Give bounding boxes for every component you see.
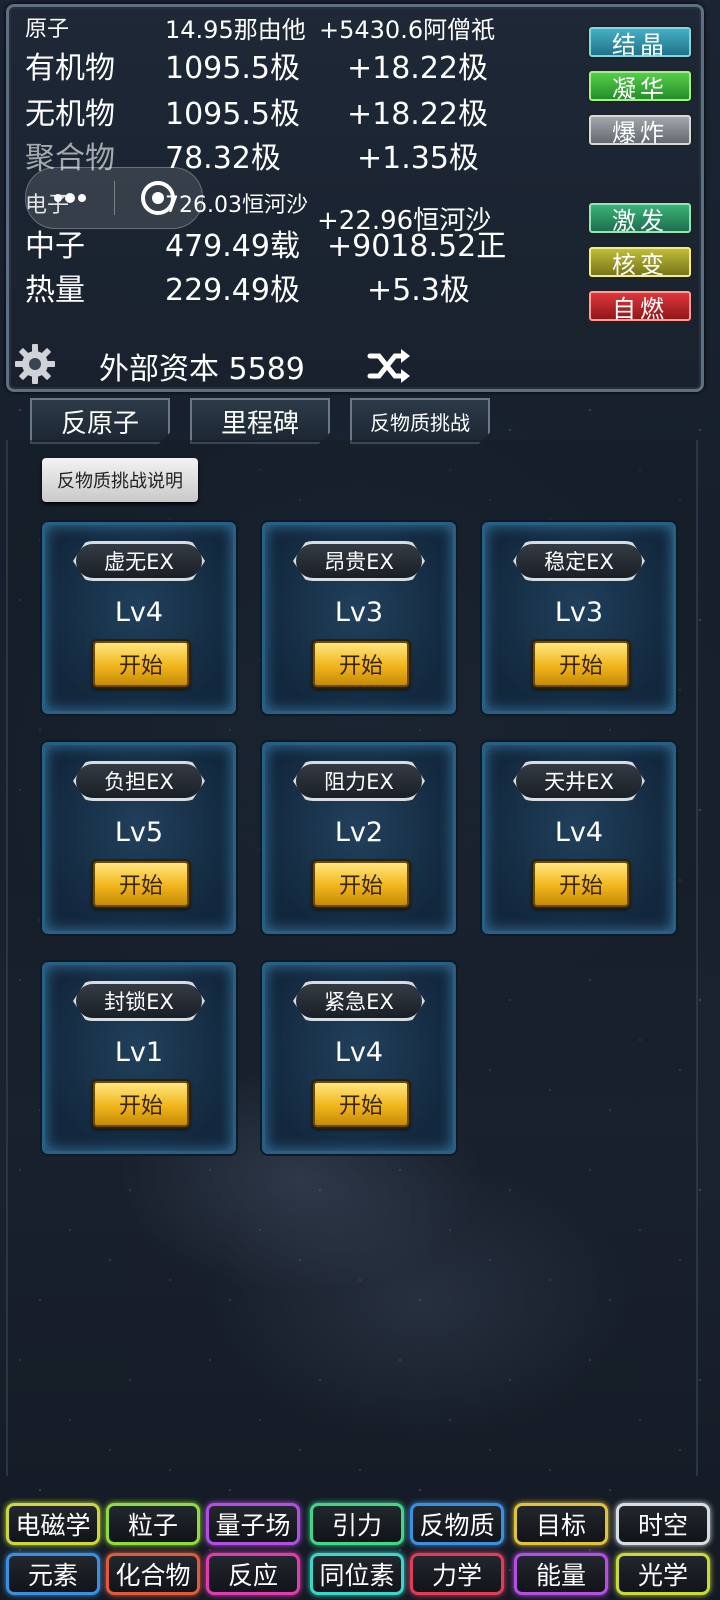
nav-reaction[interactable]: 反应 — [206, 1553, 300, 1595]
challenge-card: 天井EX Lv4 开始 — [482, 742, 676, 934]
nav-antimatter[interactable]: 反物质 — [410, 1503, 504, 1545]
challenge-name: 紧急EX — [293, 981, 425, 1021]
start-button[interactable]: 开始 — [313, 861, 409, 907]
excite-button[interactable]: 激发 — [587, 201, 693, 235]
challenge-card: 阻力EX Lv2 开始 — [262, 742, 456, 934]
resource-increment: +1.35极 — [357, 141, 479, 176]
challenge-card: 紧急EX Lv4 开始 — [262, 962, 456, 1154]
start-button[interactable]: 开始 — [313, 641, 409, 687]
resource-value: 229.49极 — [165, 273, 300, 308]
shuffle-icon[interactable] — [367, 348, 411, 384]
spontaneous-combustion-button[interactable]: 自燃 — [587, 289, 693, 323]
nuclear-change-button[interactable]: 核变 — [587, 245, 693, 279]
resource-name: 有机物 — [25, 51, 115, 86]
nav-element[interactable]: 元素 — [6, 1553, 100, 1595]
resource-increment: +5430.6阿僧祇 — [319, 15, 496, 44]
nav-gravity[interactable]: 引力 — [310, 1503, 404, 1545]
challenge-card: 稳定EX Lv3 开始 — [482, 522, 676, 714]
more-options-icon[interactable] — [26, 168, 114, 228]
resource-value: 14.95那由他 — [165, 15, 306, 44]
challenge-card: 虚无EX Lv4 开始 — [42, 522, 236, 714]
tab-antimatter-challenge[interactable]: 反物质挑战 — [350, 398, 490, 444]
resource-increment: +9018.52正 — [327, 229, 507, 264]
nav-spacetime[interactable]: 时空 — [616, 1503, 710, 1545]
resource-name: 原子 — [25, 17, 70, 42]
mini-program-capsule[interactable] — [25, 167, 203, 229]
challenge-name: 负担EX — [73, 761, 205, 801]
nav-electromagnetism[interactable]: 电磁学 — [6, 1503, 100, 1545]
challenge-level: Lv4 — [334, 1037, 384, 1068]
challenge-name: 昂贵EX — [293, 541, 425, 581]
capital-row: 外部资本 5589 — [9, 342, 701, 388]
resource-panel: 原子 14.95那由他 +5430.6阿僧祇 有机物 1095.5极 +18.2… — [6, 4, 704, 392]
challenge-name: 封锁EX — [73, 981, 205, 1021]
nav-optics[interactable]: 光学 — [616, 1553, 710, 1595]
nav-energy[interactable]: 能量 — [514, 1553, 608, 1595]
resource-increment: +18.22极 — [347, 51, 489, 86]
challenge-name: 虚无EX — [73, 541, 205, 581]
resource-increment: +18.22极 — [347, 97, 489, 132]
gear-icon[interactable] — [13, 342, 57, 386]
challenge-card: 负担EX Lv5 开始 — [42, 742, 236, 934]
nav-quantum-field[interactable]: 量子场 — [206, 1503, 300, 1545]
challenge-card: 昂贵EX Lv3 开始 — [262, 522, 456, 714]
challenge-level: Lv2 — [334, 817, 384, 848]
resource-value: 1095.5极 — [165, 97, 300, 132]
challenge-level: Lv3 — [334, 597, 384, 628]
start-button[interactable]: 开始 — [533, 641, 629, 687]
challenge-card: 封锁EX Lv1 开始 — [42, 962, 236, 1154]
start-button[interactable]: 开始 — [93, 861, 189, 907]
close-target-icon[interactable] — [115, 168, 203, 228]
nav-mechanics[interactable]: 力学 — [410, 1553, 504, 1595]
explode-button[interactable]: 爆炸 — [587, 113, 693, 147]
resource-value: 1095.5极 — [165, 51, 300, 86]
challenge-level: Lv4 — [114, 597, 164, 628]
challenge-level: Lv3 — [554, 597, 604, 628]
nav-particle[interactable]: 粒子 — [106, 1503, 200, 1545]
nav-compound[interactable]: 化合物 — [106, 1553, 200, 1595]
challenge-name: 阻力EX — [293, 761, 425, 801]
challenge-name: 稳定EX — [513, 541, 645, 581]
sublimate-button[interactable]: 凝华 — [587, 69, 693, 103]
external-capital: 外部资本 5589 — [99, 344, 305, 388]
start-button[interactable]: 开始 — [93, 641, 189, 687]
capital-label: 外部资本 — [99, 352, 219, 387]
nav-goal[interactable]: 目标 — [514, 1503, 608, 1545]
challenge-level: Lv1 — [114, 1037, 164, 1068]
tab-antiatom[interactable]: 反原子 — [30, 398, 170, 444]
challenge-level: Lv4 — [554, 817, 604, 848]
crystallize-button[interactable]: 结晶 — [587, 25, 693, 59]
resource-name: 热量 — [25, 273, 85, 308]
nav-isotope[interactable]: 同位素 — [310, 1553, 404, 1595]
start-button[interactable]: 开始 — [313, 1081, 409, 1127]
start-button[interactable]: 开始 — [533, 861, 629, 907]
challenge-level: Lv5 — [114, 817, 164, 848]
tab-milestone[interactable]: 里程碑 — [190, 398, 330, 444]
challenge-explain-button[interactable]: 反物质挑战说明 — [42, 458, 198, 502]
resource-increment: +5.3极 — [367, 273, 470, 308]
resource-name: 无机物 — [25, 97, 115, 132]
capital-value: 5589 — [228, 352, 305, 387]
challenge-name: 天井EX — [513, 761, 645, 801]
start-button[interactable]: 开始 — [93, 1081, 189, 1127]
